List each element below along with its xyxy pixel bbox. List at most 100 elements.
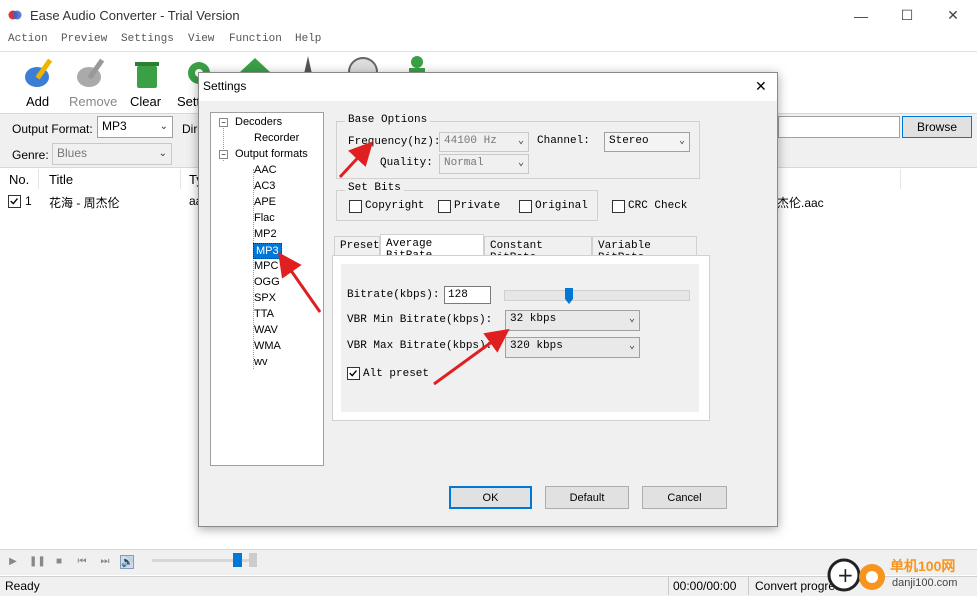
tree-item-tta[interactable]: TTA: [254, 308, 274, 320]
tree-item-ac3[interactable]: AC3: [254, 180, 275, 192]
svg-text:+: +: [837, 563, 854, 587]
settings-dialog: Settings ✕ − Decoders Recorder − Output …: [198, 72, 778, 527]
alt-preset-checkbox[interactable]: [347, 367, 360, 380]
menu-action[interactable]: Action: [8, 33, 48, 45]
seek-thumb[interactable]: [249, 553, 257, 567]
menu-settings[interactable]: Settings: [121, 33, 174, 45]
clock-icon: [348, 57, 378, 74]
next-icon[interactable]: ⏭: [98, 555, 112, 569]
format-tree[interactable]: − Decoders Recorder − Output formats AAC…: [210, 112, 324, 466]
copyright-label: Copyright: [365, 200, 425, 212]
chevron-down-icon: ⌄: [158, 148, 167, 159]
row-output-path: 杰伦.aac: [777, 196, 824, 210]
ok-button[interactable]: OK: [449, 486, 532, 509]
remove-button[interactable]: Remove: [66, 56, 126, 112]
tree-item-ape[interactable]: APE: [254, 196, 276, 208]
minimize-button[interactable]: —: [838, 0, 884, 31]
channel-label: Channel:: [537, 135, 590, 147]
settings-button[interactable]: Sett: [176, 56, 210, 112]
crc-check-label: CRC Check: [628, 200, 688, 212]
chevron-down-icon: ⌄: [517, 136, 524, 147]
channel-select[interactable]: Stereo ⌄: [604, 132, 690, 152]
dialog-title: Settings: [203, 79, 247, 93]
status-time: 00:00/00:00: [673, 579, 737, 593]
tab-average-bitrate[interactable]: Average BitRate: [380, 234, 484, 262]
menu-preview[interactable]: Preview: [61, 33, 107, 45]
browse-button[interactable]: Browse: [902, 116, 972, 138]
check-icon: [10, 198, 18, 205]
tree-item-recorder[interactable]: Recorder: [254, 132, 299, 144]
copyright-checkbox[interactable]: [349, 200, 362, 213]
maximize-button[interactable]: ☐: [884, 0, 930, 31]
chevron-down-icon: ⌄: [678, 136, 685, 147]
default-button[interactable]: Default: [545, 486, 629, 509]
column-header-no[interactable]: No.: [9, 172, 29, 187]
status-divider: [668, 577, 669, 595]
tree-item-flac[interactable]: Flac: [254, 212, 275, 224]
tab-variable-bitrate[interactable]: Variable BitRate: [592, 236, 697, 264]
menu-help[interactable]: Help: [295, 33, 321, 45]
dialog-close-button[interactable]: ✕: [755, 78, 767, 95]
vbr-min-select[interactable]: 32 kbps ⌄: [505, 310, 640, 331]
tree-item-mp3[interactable]: MP3: [253, 243, 282, 259]
add-button[interactable]: Add: [8, 56, 68, 112]
clear-label: Clear: [130, 94, 162, 109]
quality-select[interactable]: Normal ⌄: [439, 154, 529, 174]
watermark-logo: +: [826, 553, 888, 593]
bitrate-slider[interactable]: [504, 290, 690, 301]
tree-item-wma[interactable]: WMA: [254, 340, 281, 352]
play-icon[interactable]: ▶: [6, 555, 20, 569]
bitrate-input[interactable]: 128: [444, 286, 491, 304]
vbr-min-label: VBR Min Bitrate(kbps):: [347, 314, 493, 326]
tab-preset[interactable]: Preset: [334, 236, 380, 256]
watermark-url: danji100.com: [892, 577, 958, 589]
base-options-label: Base Options: [345, 114, 431, 126]
previous-icon[interactable]: ⏮: [75, 555, 89, 569]
original-checkbox[interactable]: [519, 200, 532, 213]
volume-thumb[interactable]: [233, 553, 242, 567]
tree-item-aac[interactable]: AAC: [254, 164, 277, 176]
genre-select[interactable]: Blues ⌄: [52, 143, 172, 165]
watermark-text: 单机100网: [890, 558, 956, 574]
menu-view[interactable]: View: [188, 33, 214, 45]
close-button[interactable]: ✕: [930, 0, 976, 31]
row-checkbox[interactable]: [8, 195, 21, 208]
output-format-select[interactable]: MP3 ⌄: [97, 116, 173, 138]
remove-icon: [77, 58, 105, 87]
tree-item-decoders[interactable]: Decoders: [235, 116, 282, 128]
collapse-icon[interactable]: −: [219, 118, 228, 127]
crc-check-checkbox[interactable]: [612, 200, 625, 213]
volume-icon[interactable]: 🔊: [120, 555, 134, 569]
chevron-down-icon: ⌄: [628, 314, 635, 325]
column-header-title[interactable]: Title: [49, 172, 73, 187]
vbr-min-value: 32 kbps: [510, 313, 557, 325]
stop-icon[interactable]: ■: [52, 555, 66, 569]
output-directory-field[interactable]: [778, 116, 900, 138]
frequency-select[interactable]: 44100 Hz ⌄: [439, 132, 529, 152]
tree-item-wav[interactable]: WAV: [254, 324, 278, 336]
menu-function[interactable]: Function: [229, 33, 282, 45]
pen-icon: [304, 56, 312, 74]
chevron-down-icon: ⌄: [517, 158, 524, 169]
tab-constant-bitrate[interactable]: Constant BitRate: [484, 236, 592, 264]
bitrate-label: Bitrate(kbps):: [347, 289, 440, 301]
collapse-icon[interactable]: −: [219, 150, 228, 159]
frequency-label: Frequency(hz):: [348, 136, 441, 148]
quality-label: Quality:: [380, 157, 433, 169]
check-icon: [349, 370, 357, 377]
channel-value: Stereo: [609, 135, 649, 147]
clear-button[interactable]: Clear: [124, 56, 176, 112]
quality-value: Normal: [444, 157, 484, 169]
tree-item-ogg[interactable]: OGG: [254, 276, 280, 288]
pause-icon[interactable]: ❚❚: [29, 555, 46, 569]
private-checkbox[interactable]: [438, 200, 451, 213]
tree-item-spx[interactable]: SPX: [254, 292, 276, 304]
tree-item-wv[interactable]: wv: [254, 356, 267, 368]
chevron-down-icon: ⌄: [628, 341, 635, 352]
tree-item-mp2[interactable]: MP2: [254, 228, 277, 240]
cancel-button[interactable]: Cancel: [642, 486, 727, 509]
tree-item-mpc[interactable]: MPC: [254, 260, 278, 272]
tree-item-output-formats[interactable]: Output formats: [235, 148, 308, 160]
vbr-max-select[interactable]: 320 kbps ⌄: [505, 337, 640, 358]
bitrate-slider-thumb[interactable]: [564, 287, 574, 305]
